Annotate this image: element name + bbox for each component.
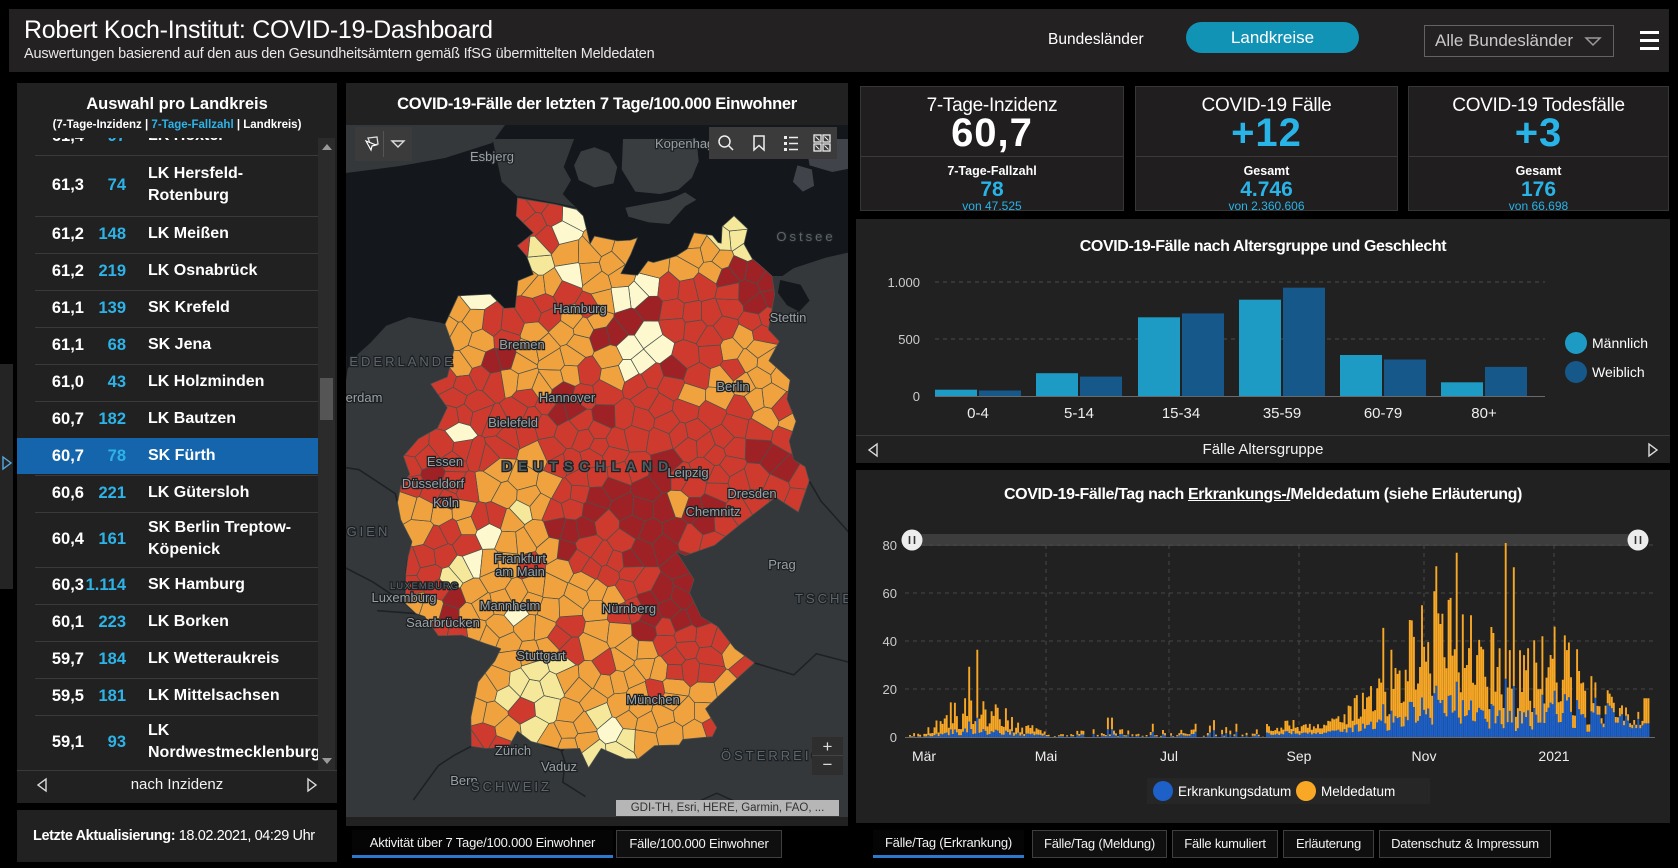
svg-text:Chemnitz: Chemnitz — [686, 504, 741, 519]
svg-text:TSCHECHIEN: TSCHECHIEN — [795, 591, 848, 606]
svg-text:DEUTSCHLAND: DEUTSCHLAND — [502, 458, 675, 474]
svg-text:Hamburg: Hamburg — [553, 301, 606, 316]
svg-text:Berlin: Berlin — [716, 379, 749, 394]
svg-text:Essen: Essen — [427, 454, 463, 469]
svg-text:Bremen: Bremen — [499, 337, 545, 352]
svg-text:Mannheim: Mannheim — [480, 598, 541, 613]
svg-text:Esbjerg: Esbjerg — [470, 149, 514, 164]
svg-text:LUXEMBURG: LUXEMBURG — [390, 581, 459, 592]
svg-text:BELGIEN: BELGIEN — [346, 524, 390, 539]
svg-text:Köln: Köln — [433, 495, 459, 510]
svg-text:Stuttgart: Stuttgart — [516, 648, 566, 663]
svg-text:am Main: am Main — [495, 564, 545, 579]
svg-text:SCHWEIZ: SCHWEIZ — [471, 779, 552, 794]
svg-text:München: München — [626, 692, 679, 707]
svg-text:Saarbrücken: Saarbrücken — [406, 615, 480, 630]
svg-text:Hannover: Hannover — [539, 390, 596, 405]
svg-text:Prag: Prag — [768, 557, 795, 572]
svg-text:Amsterdam: Amsterdam — [346, 390, 382, 405]
svg-text:Vaduz: Vaduz — [541, 759, 577, 774]
svg-text:Nürnberg: Nürnberg — [602, 601, 656, 616]
svg-text:Bielefeld: Bielefeld — [488, 415, 538, 430]
svg-text:Luxemburg: Luxemburg — [371, 590, 436, 605]
svg-text:Zürich: Zürich — [495, 743, 531, 758]
svg-text:Dresden: Dresden — [727, 486, 776, 501]
svg-text:NEDERLANDE: NEDERLANDE — [346, 354, 456, 369]
svg-text:Stettin: Stettin — [770, 310, 807, 325]
svg-text:Düsseldorf: Düsseldorf — [402, 476, 465, 491]
svg-text:Ostsee: Ostsee — [776, 229, 835, 244]
